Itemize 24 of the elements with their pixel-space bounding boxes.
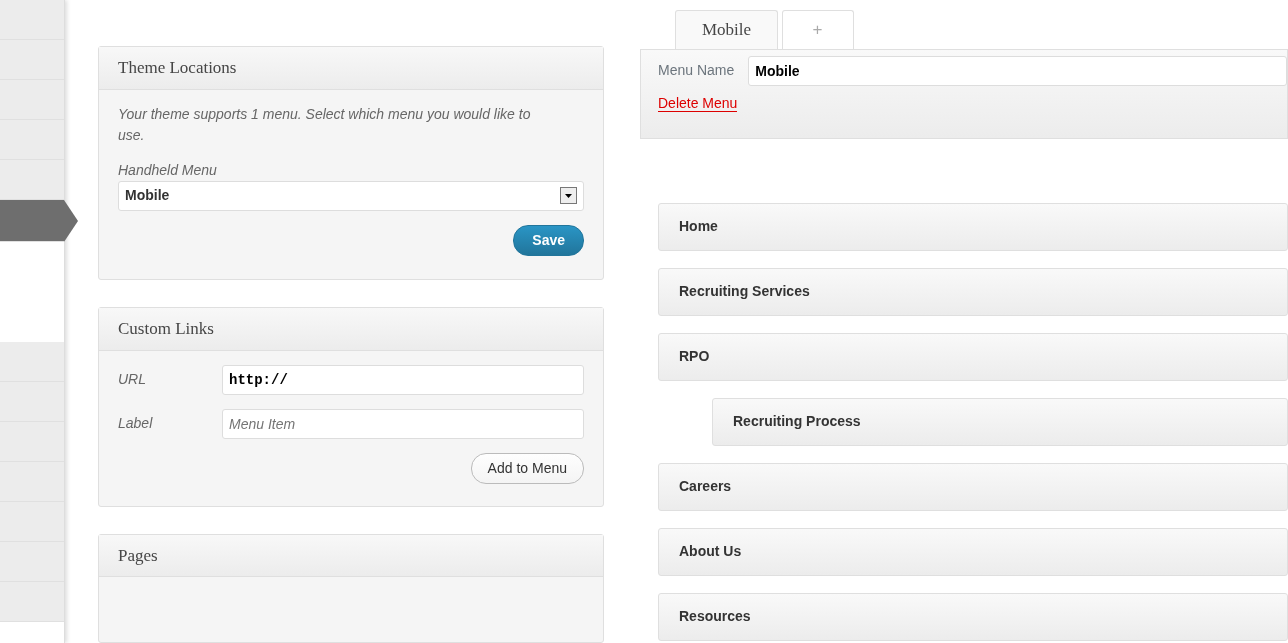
menu-item[interactable]: Resources: [658, 592, 1288, 641]
menu-item[interactable]: Home: [658, 202, 1288, 251]
field-label: Menu Name: [658, 61, 735, 80]
add-to-menu-button[interactable]: Add to Menu: [470, 452, 584, 484]
description-text: Your theme supports 1 menu. Select which menu you would like to use.: [118, 104, 532, 145]
label-field[interactable]: Menu Item: [222, 408, 584, 439]
menu-item[interactable]: RPO: [658, 332, 1288, 381]
url-field[interactable]: http://: [222, 364, 584, 395]
menu-tab[interactable]: Mobile: [675, 10, 779, 49]
panel-title: Custom Links: [99, 308, 603, 351]
panel-title: Theme Locations: [99, 47, 603, 90]
sidebar-item[interactable]: [0, 200, 78, 242]
delete-menu-link[interactable]: Delete Menu: [658, 94, 738, 112]
save-button[interactable]: Save: [513, 224, 584, 256]
menu-item[interactable]: Careers: [658, 462, 1288, 511]
field-label: URL: [118, 370, 147, 390]
panel-title: Pages: [99, 534, 603, 578]
menu-item[interactable]: Recruiting Process: [712, 397, 1288, 446]
field-label: Label: [118, 414, 154, 434]
menu-item[interactable]: About Us: [658, 527, 1288, 576]
menu-select[interactable]: Mobile: [118, 180, 584, 211]
field-label: Handheld Menu: [118, 160, 218, 180]
menu-name-field[interactable]: Mobile: [748, 55, 1287, 86]
menu-item[interactable]: Recruiting Services: [658, 267, 1288, 316]
